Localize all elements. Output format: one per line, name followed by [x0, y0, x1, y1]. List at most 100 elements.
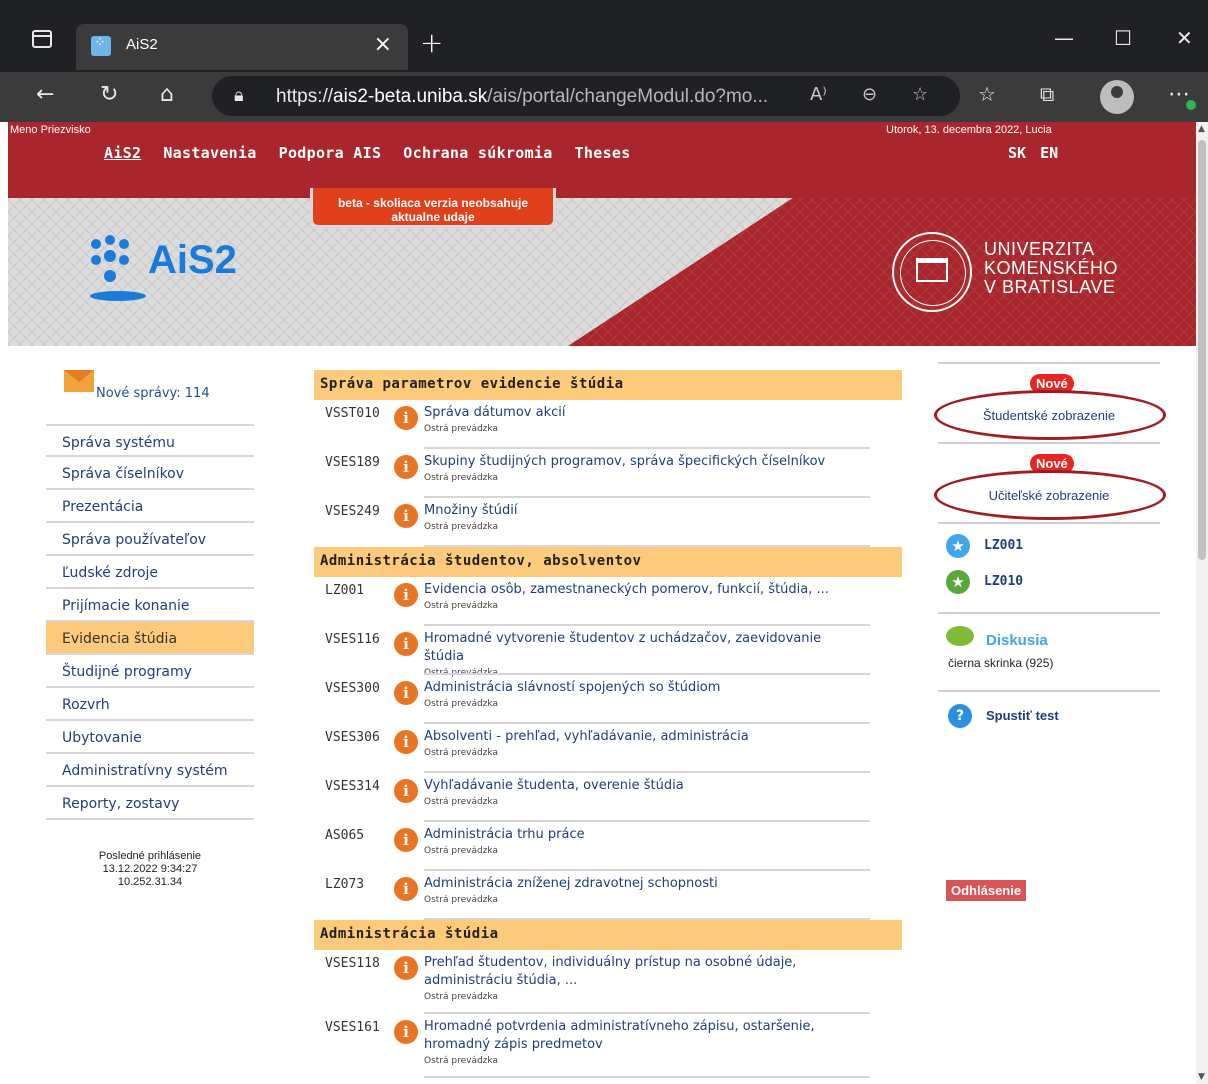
read-aloud-icon[interactable]: A⁾ [810, 84, 827, 105]
app-link[interactable]: Evidencia osôb, zamestnaneckých pomerov,… [424, 582, 829, 597]
zoom-icon[interactable]: ⊖ [862, 84, 877, 105]
favorite-label[interactable]: LZ001 [984, 538, 1023, 553]
app-link[interactable]: Hromadné potvrdenia administratívneho zá… [424, 1019, 815, 1052]
menu-theses[interactable]: Theses [575, 144, 631, 162]
app-code: VSES161 [325, 1020, 380, 1035]
discussion-sub[interactable]: čierna skrinka (925) [948, 656, 1053, 670]
favorite-item[interactable]: ★ LZ001 [938, 530, 1160, 566]
app-code: VSES189 [325, 455, 380, 470]
app-status: Ostrá prevádzka [424, 895, 498, 905]
app-link[interactable]: Absolventi - prehľad, vyhľadávanie, admi… [424, 729, 749, 744]
profile-avatar[interactable] [1100, 80, 1134, 114]
app-link[interactable]: Skupiny študijných programov, správa špe… [424, 454, 825, 469]
app-code: VSST010 [325, 406, 380, 421]
nav-ludske-zdroje[interactable]: Ľudské zdroje [46, 556, 254, 589]
new-messages-count[interactable]: Nové správy: 114 [96, 386, 210, 401]
info-icon[interactable]: i [394, 681, 418, 705]
lock-icon[interactable]: 🔒︎ [234, 85, 244, 106]
nav-sprava-systemu[interactable]: Správa systému [46, 424, 254, 457]
app-code: VSES314 [325, 779, 380, 794]
app-link[interactable]: Prehľad študentov, individuálny prístup … [424, 955, 796, 988]
favorite-item[interactable]: ★ LZ010 [938, 566, 1160, 602]
app-link[interactable]: Množiny štúdií [424, 503, 518, 518]
list-item: LZ001 i Evidencia osôb, zamestnaneckých … [314, 577, 902, 626]
nav-evidencia-studia[interactable]: Evidencia štúdia [46, 622, 254, 655]
nav-studijne-programy[interactable]: Študijné programy [46, 655, 254, 688]
lang-sk[interactable]: SK [1008, 144, 1026, 162]
info-icon[interactable]: i [394, 406, 418, 430]
app-link[interactable]: Administrácia slávností spojených so štú… [424, 680, 720, 695]
list-item: LZ073 i Administrácia zníženej zdravotne… [314, 871, 902, 920]
browser-tab[interactable]: AiS2 × [76, 24, 408, 70]
window-menu-icon[interactable] [32, 30, 52, 48]
app-link[interactable]: Správa dátumov akcií [424, 405, 565, 420]
highlight-ellipse [934, 470, 1166, 520]
logout-button[interactable]: Odhlásenie [946, 880, 1027, 901]
app-link[interactable]: Vyhľadávanie študenta, overenie štúdia [424, 778, 684, 793]
nav-ubytovanie[interactable]: Ubytovanie [46, 721, 254, 754]
info-icon[interactable]: i [394, 779, 418, 803]
maximize-icon[interactable]: ☐ [1114, 26, 1132, 50]
info-icon[interactable]: i [394, 828, 418, 852]
page-scrollbar[interactable]: ▲ ▼ [1196, 122, 1208, 1084]
new-tab-icon[interactable]: + [420, 26, 443, 59]
info-icon[interactable]: i [394, 1020, 418, 1044]
info-icon[interactable]: i [394, 455, 418, 479]
university-name: UNIVERZITA KOMENSKÉHO V BRATISLAVE [984, 239, 1119, 297]
app-code: VSES249 [325, 504, 380, 519]
app-status: Ostrá prevádzka [424, 992, 498, 1002]
app-code: VSES116 [325, 632, 380, 647]
app-link[interactable]: Administrácia zníženej zdravotnej schopn… [424, 876, 718, 891]
discussion-link[interactable]: Diskusia [986, 632, 1048, 649]
section-header: Administrácia štúdia [314, 920, 902, 950]
app-status: Ostrá prevádzka [424, 748, 498, 758]
run-test-link[interactable]: Spustiť test [986, 708, 1059, 723]
speech-bubble-icon [946, 626, 974, 646]
run-test[interactable]: ? Spustiť test [938, 692, 1160, 748]
scroll-thumb[interactable] [1198, 140, 1206, 560]
home-icon[interactable]: ⌂ [160, 82, 174, 107]
user-name[interactable]: Meno Priezvisko [10, 124, 91, 136]
menu-nastavenia[interactable]: Nastavenia [163, 144, 256, 162]
info-icon[interactable]: i [394, 877, 418, 901]
nav-sprava-pouzivatelov[interactable]: Správa používateľov [46, 523, 254, 556]
app-link[interactable]: Hromadné vytvorenie študentov z uchádzač… [424, 631, 821, 664]
add-favorite-icon[interactable]: ☆ [912, 84, 928, 105]
info-icon[interactable]: i [394, 956, 418, 980]
info-icon[interactable]: i [394, 632, 418, 656]
beta-notice: beta - skoliaca verzia neobsahuje aktual… [310, 188, 556, 228]
menu-ochrana-sukromia[interactable]: Ochrana súkromia [403, 144, 552, 162]
nav-rozvrh[interactable]: Rozvrh [46, 688, 254, 721]
list-item: VSST010 i Správa dátumov akcií Ostrá prev… [314, 400, 902, 449]
refresh-icon[interactable]: ↻ [100, 82, 118, 107]
info-icon[interactable]: i [394, 583, 418, 607]
url-text[interactable]: https://ais2-beta.uniba.sk/ais/portal/ch… [276, 86, 768, 108]
favorite-label[interactable]: LZ010 [984, 574, 1023, 589]
menu-ais2[interactable]: AiS2 [104, 144, 141, 162]
app-link[interactable]: Administrácia trhu práce [424, 827, 585, 842]
info-icon[interactable]: i [394, 730, 418, 754]
collections-icon[interactable]: ⧉ [1040, 82, 1054, 106]
teacher-view-block: Nové Učiteľské zobrazenie [934, 444, 1166, 522]
close-tab-icon[interactable]: × [374, 32, 392, 57]
nav-sprava-ciselnikov[interactable]: Správa číselníkov [46, 457, 254, 490]
address-bar[interactable]: 🔒︎ https://ais2-beta.uniba.sk/ais/portal… [212, 76, 960, 116]
close-window-icon[interactable]: ✕ [1176, 26, 1193, 50]
module-list: Správa parametrov evidencie štúdia VSST0… [314, 370, 902, 1078]
student-view-block: Nové Študentské zobrazenie [934, 364, 1166, 442]
minimize-icon[interactable]: — [1054, 26, 1074, 50]
last-login-time: 13.12.2022 9:34:27 [102, 863, 198, 875]
scroll-up-icon[interactable]: ▲ [1198, 124, 1205, 134]
info-icon[interactable]: i [394, 504, 418, 528]
nav-administrativny-system[interactable]: Administratívny systém [46, 754, 254, 787]
app-status: Ostrá prevádzka [424, 473, 498, 483]
app-code: VSES300 [325, 681, 380, 696]
nav-reporty-zostavy[interactable]: Reporty, zostavy [46, 787, 254, 820]
scroll-down-icon[interactable]: ▼ [1198, 1072, 1205, 1082]
nav-prezentacia[interactable]: Prezentácia [46, 490, 254, 523]
menu-podpora-ais[interactable]: Podpora AIS [279, 144, 382, 162]
favorites-icon[interactable]: ☆ [978, 82, 996, 106]
nav-prijimacie-konanie[interactable]: Prijímacie konanie [46, 589, 254, 622]
lang-en[interactable]: EN [1040, 144, 1058, 162]
back-icon[interactable]: ← [36, 82, 54, 107]
